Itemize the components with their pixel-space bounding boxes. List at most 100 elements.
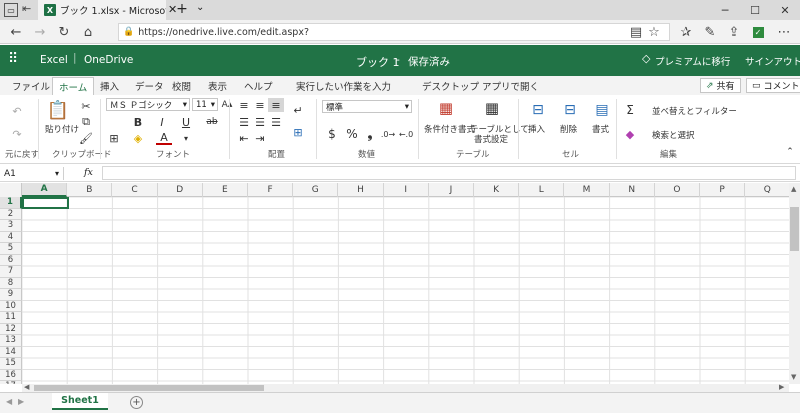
paste-label[interactable]: 貼り付け xyxy=(45,123,79,135)
align-center-icon[interactable]: ☰ xyxy=(252,115,268,129)
row-header-8[interactable]: 8 xyxy=(0,277,22,289)
conditional-format-label[interactable]: 条件付き書式 xyxy=(424,123,475,135)
vertical-scroll-thumb[interactable] xyxy=(790,207,799,251)
font-name-select[interactable]: ＭＳ Ｐゴシック ▾ xyxy=(106,98,190,111)
cut-icon[interactable]: ✂ xyxy=(78,99,94,113)
brand-name[interactable]: Excel xyxy=(40,54,68,66)
row-header-9[interactable]: 9 xyxy=(0,289,22,301)
sheet-nav-next-icon[interactable]: ▶ xyxy=(18,397,24,406)
comment-button[interactable]: ▭ コメント xyxy=(746,78,800,93)
tab-list-icon[interactable]: ⌄ xyxy=(196,2,204,13)
column-header-j[interactable]: J xyxy=(429,183,474,197)
column-header-c[interactable]: C xyxy=(112,183,158,197)
column-header-i[interactable]: I xyxy=(384,183,429,197)
sort-filter-label[interactable]: 並べ替えとフィルター xyxy=(652,105,737,117)
collapse-ribbon-icon[interactable]: ⌃ xyxy=(782,145,798,159)
column-header-m[interactable]: M xyxy=(564,183,610,197)
undo-icon[interactable]: ↶ xyxy=(9,104,25,118)
row-header-15[interactable]: 15 xyxy=(0,358,22,370)
selected-cell-outline[interactable] xyxy=(22,197,69,209)
decrease-indent-icon[interactable]: ⇤ xyxy=(236,131,252,145)
row-header-17[interactable]: 17 xyxy=(0,381,22,384)
percent-icon[interactable]: % xyxy=(344,127,360,141)
column-header-q[interactable]: Q xyxy=(745,183,789,197)
close-window-icon[interactable]: ✕ xyxy=(770,0,800,20)
notes-icon[interactable]: ✎ xyxy=(700,23,720,41)
format-cells-icon[interactable]: ▤ xyxy=(592,101,612,119)
copy-icon[interactable]: ⧉ xyxy=(78,115,94,129)
column-header-b[interactable]: B xyxy=(67,183,113,197)
signout-link[interactable]: サインアウト xyxy=(745,54,800,68)
tab-help[interactable]: ヘルプ xyxy=(244,79,273,93)
row-header-11[interactable]: 11 xyxy=(0,312,22,324)
clear-icon[interactable]: ◆ xyxy=(622,127,638,141)
row-header-5[interactable]: 5 xyxy=(0,243,22,255)
row-header-1[interactable]: 1 xyxy=(0,197,22,209)
column-header-l[interactable]: L xyxy=(519,183,565,197)
fx-icon[interactable]: fx xyxy=(84,167,93,178)
column-header-e[interactable]: E xyxy=(203,183,248,197)
sheet-tab[interactable]: Sheet1 xyxy=(52,393,108,410)
format-cells-label[interactable]: 書式 xyxy=(592,123,609,135)
row-header-2[interactable]: 2 xyxy=(0,208,22,220)
row-header-12[interactable]: 12 xyxy=(0,323,22,335)
scroll-down-icon[interactable]: ▼ xyxy=(791,373,796,381)
strikethrough-icon[interactable]: ab xyxy=(204,115,220,129)
column-header-a[interactable]: A xyxy=(22,183,68,197)
column-header-h[interactable]: H xyxy=(338,183,384,197)
tab-insert[interactable]: 挿入 xyxy=(100,79,119,93)
extension-icon[interactable]: ✓ xyxy=(748,23,768,41)
favorite-star-icon[interactable]: ☆ xyxy=(644,23,664,41)
format-painter-icon[interactable]: 🖌 xyxy=(78,131,94,145)
increase-indent-icon[interactable]: ⇥ xyxy=(252,131,268,145)
forward-icon[interactable]: → xyxy=(30,23,50,41)
add-sheet-button[interactable]: + xyxy=(130,396,143,409)
delete-cells-icon[interactable]: ⊟ xyxy=(560,101,580,119)
align-top-icon[interactable]: ≡ xyxy=(236,98,252,112)
scroll-left-icon[interactable]: ◀ xyxy=(24,383,29,391)
currency-icon[interactable]: $ xyxy=(324,127,340,141)
row-header-4[interactable]: 4 xyxy=(0,231,22,243)
column-header-o[interactable]: O xyxy=(655,183,700,197)
tab-preview-icon[interactable]: ▭ xyxy=(4,3,18,17)
fill-color-icon[interactable]: ◈ xyxy=(130,131,146,145)
format-as-table-icon[interactable]: ▦ xyxy=(482,99,502,117)
font-size-select[interactable]: 11 ▾ xyxy=(192,98,218,111)
row-header-13[interactable]: 13 xyxy=(0,335,22,347)
column-header-p[interactable]: P xyxy=(700,183,746,197)
select-all-corner[interactable] xyxy=(0,183,22,197)
delete-cells-label[interactable]: 削除 xyxy=(560,123,577,135)
increase-decimal-icon[interactable]: .0→ xyxy=(380,127,396,141)
insert-cells-icon[interactable]: ⊟ xyxy=(528,101,548,119)
app-launcher-icon[interactable]: ⠿ xyxy=(8,51,18,67)
font-color-icon[interactable]: A xyxy=(156,131,172,145)
vertical-scrollbar[interactable]: ▲ ▼ xyxy=(789,183,800,384)
grow-font-icon[interactable]: A▴ xyxy=(219,98,235,112)
browser-tab[interactable]: X ブック 1.xlsx - Microsoft E xyxy=(38,0,166,20)
column-header-f[interactable]: F xyxy=(248,183,294,197)
worksheet-grid[interactable]: ABCDEFGHIJKLMNOPQ 1 2 3 4 5 6 7 8 9 10 11 12 13 14 15 1… xyxy=(0,183,789,384)
tab-file[interactable]: ファイル xyxy=(12,79,50,93)
autosum-icon[interactable]: Σ xyxy=(622,103,638,117)
home-icon[interactable]: ⌂ xyxy=(78,23,98,41)
open-desktop-app[interactable]: デスクトップ アプリで開く xyxy=(422,79,539,93)
refresh-icon[interactable]: ↻ xyxy=(54,23,74,41)
more-icon[interactable]: ⋯ xyxy=(774,23,794,41)
row-header-10[interactable]: 10 xyxy=(0,300,22,312)
row-header-14[interactable]: 14 xyxy=(0,346,22,358)
horizontal-scroll-thumb[interactable] xyxy=(34,385,264,391)
tell-me-search[interactable]: 実行したい作業を入力 xyxy=(296,79,391,93)
format-as-table-label-2[interactable]: 書式設定 xyxy=(474,133,508,145)
italic-icon[interactable]: I xyxy=(154,115,170,129)
align-bottom-icon[interactable]: ≡ xyxy=(268,98,284,112)
favorites-icon[interactable]: ✰ xyxy=(676,23,696,41)
comma-icon[interactable]: ❟ xyxy=(362,127,378,141)
decrease-decimal-icon[interactable]: ←.0 xyxy=(398,127,414,141)
share-button[interactable]: ⇗ 共有 xyxy=(700,78,741,93)
align-right-icon[interactable]: ☰ xyxy=(268,115,284,129)
conditional-format-icon[interactable]: ▦ xyxy=(436,99,456,117)
merge-center-icon[interactable]: ⊞ xyxy=(290,125,306,139)
scroll-right-icon[interactable]: ▶ xyxy=(779,383,784,391)
align-left-icon[interactable]: ☰ xyxy=(236,115,252,129)
align-middle-icon[interactable]: ≡ xyxy=(252,98,268,112)
